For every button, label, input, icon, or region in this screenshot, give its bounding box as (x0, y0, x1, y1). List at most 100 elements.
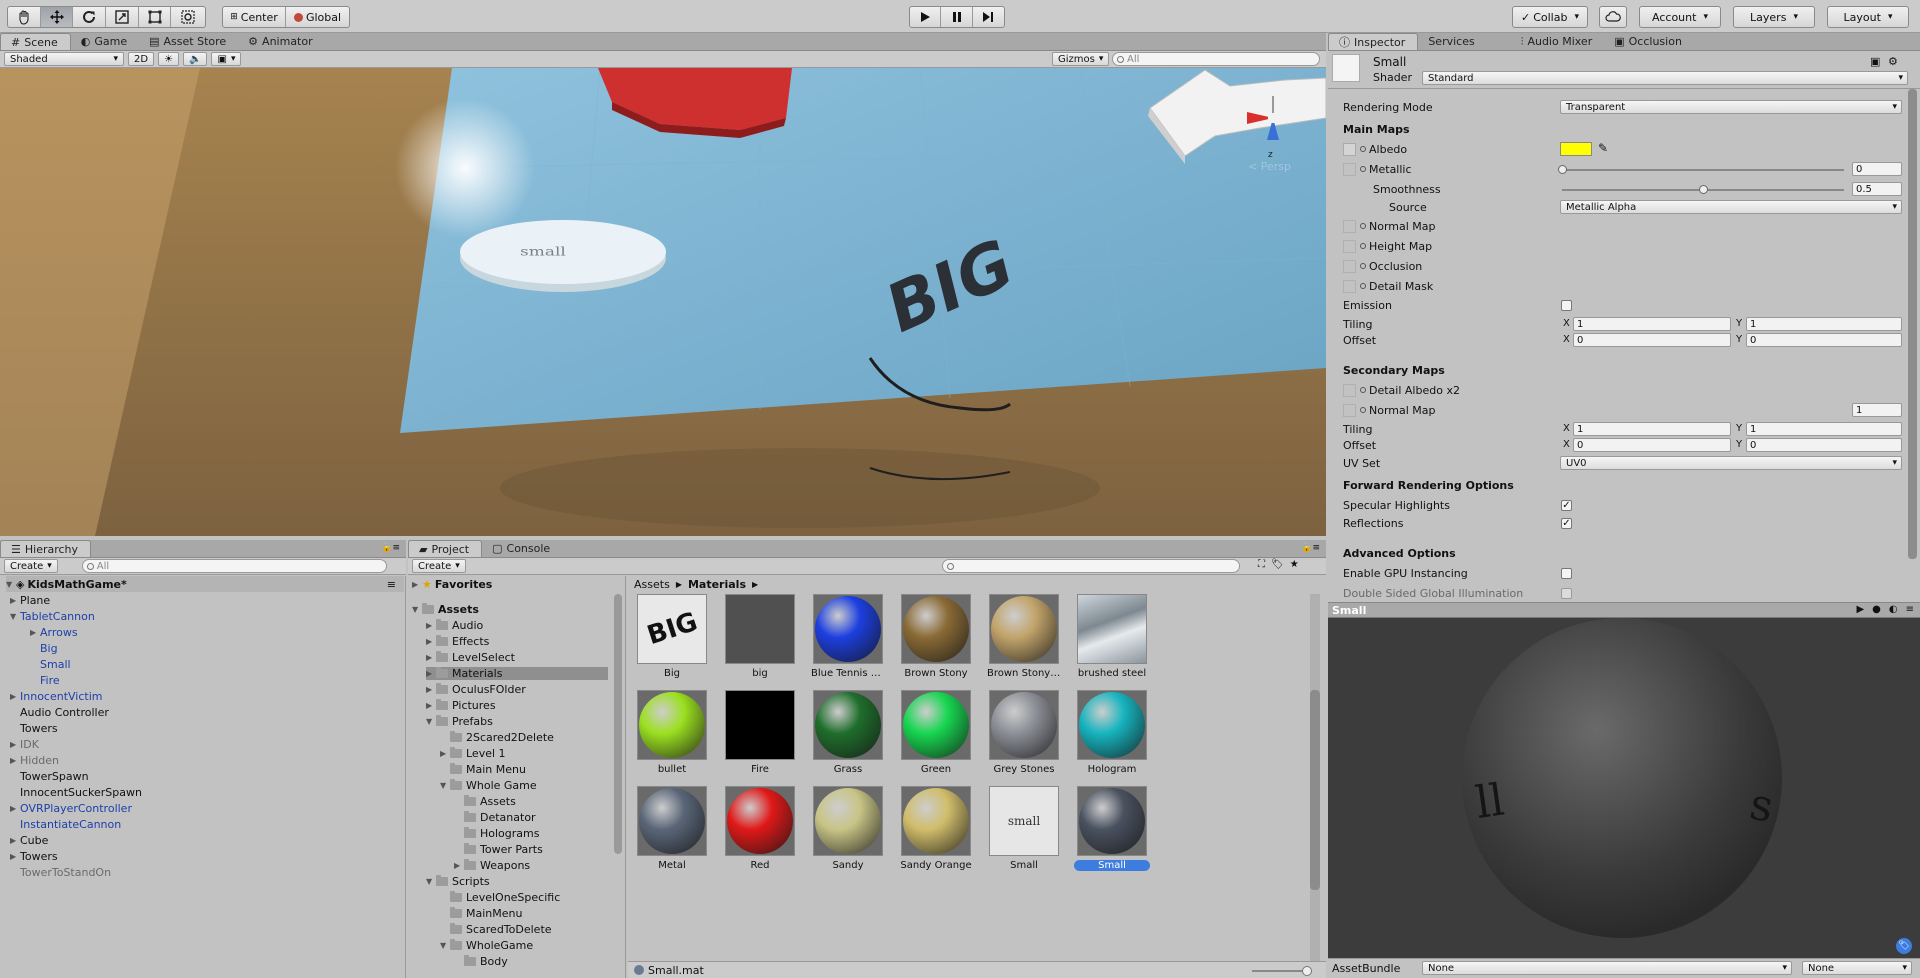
asset-tile[interactable]: Sandy Orange (898, 786, 974, 871)
preview-menu-icon[interactable]: ≡ (1906, 604, 1914, 615)
eyedropper-icon[interactable]: ✎ (1598, 141, 1608, 155)
albedo-texture-slot[interactable] (1343, 142, 1356, 156)
hierarchy-item[interactable]: ▶ Cube (10, 832, 48, 848)
tree-folder[interactable]: Main Menu (440, 763, 526, 776)
tab-game[interactable]: ◐ Game (71, 33, 139, 50)
tree-folder[interactable]: ▼ Assets (412, 603, 479, 616)
chevron-right-icon[interactable]: ▶ (426, 621, 436, 630)
specular-highlights-checkbox[interactable]: ✓ (1561, 500, 1572, 511)
chevron-down-icon[interactable]: ▼ (10, 612, 20, 621)
breadcrumb-assets[interactable]: Assets (634, 578, 670, 591)
asset-tile[interactable]: Brown Stony Lig... (986, 594, 1062, 679)
tree-folder[interactable]: Holograms (454, 827, 539, 840)
normal-map-slot[interactable] (1343, 219, 1356, 233)
assetbundle-dropdown[interactable]: None (1422, 961, 1792, 975)
tree-folder[interactable]: ▶ Effects (426, 635, 489, 648)
asset-tile[interactable]: Sandy (810, 786, 886, 871)
tab-animator[interactable]: ⚙ Animator (238, 33, 324, 50)
scale-icon[interactable] (106, 7, 139, 27)
asset-tile[interactable]: Grass (810, 690, 886, 775)
offset-y-field[interactable]: 0 (1746, 333, 1902, 347)
lighting-icon[interactable]: ☀ (158, 52, 180, 66)
chevron-right-icon[interactable]: ▶ (440, 749, 450, 758)
tree-folder[interactable]: Body (454, 955, 508, 968)
chevron-right-icon[interactable]: ▶ (10, 740, 20, 749)
cloud-button[interactable] (1599, 6, 1627, 28)
asset-tile[interactable]: Metal (634, 786, 710, 871)
tiling2-x-field[interactable]: 1 (1573, 422, 1731, 436)
inspector-scrollbar[interactable] (1908, 89, 1917, 559)
layers-dropdown[interactable]: Layers (1733, 6, 1815, 28)
tiling-y-field[interactable]: 1 (1746, 317, 1902, 331)
tab-scene[interactable]: # Scene (0, 33, 71, 50)
detail-albedo-slot[interactable] (1343, 383, 1356, 397)
chevron-right-icon[interactable]: ▶ (10, 596, 20, 605)
account-dropdown[interactable]: Account (1639, 6, 1721, 28)
chevron-down-icon[interactable]: ▼ (440, 781, 450, 790)
lock-icon[interactable]: 🔒≡ (381, 543, 400, 553)
hierarchy-item[interactable]: ▶ InnocentVictim (10, 688, 103, 704)
asset-tile[interactable]: BIG Big (634, 594, 710, 679)
asset-tile[interactable]: Grey Stones (986, 690, 1062, 775)
move-icon[interactable] (40, 7, 74, 27)
assetbundle-variant-dropdown[interactable]: None (1802, 961, 1912, 975)
hierarchy-item[interactable]: Big (30, 640, 58, 656)
detail-albedo-picker-icon[interactable] (1360, 387, 1366, 393)
inspector-scroll-thumb[interactable] (1908, 89, 1917, 559)
tree-folder[interactable]: ▶ Weapons (454, 859, 530, 872)
chevron-down-icon[interactable]: ▼ (426, 717, 436, 726)
chevron-right-icon[interactable]: ▶ (10, 852, 20, 861)
preview-light-icon[interactable]: ◐ (1889, 604, 1898, 615)
uv-set-dropdown[interactable]: UV0 (1560, 456, 1902, 470)
offset-x-field[interactable]: 0 (1573, 333, 1731, 347)
metallic-value-field[interactable]: 0 (1852, 162, 1902, 176)
detail-mask-picker-icon[interactable] (1360, 283, 1366, 289)
occlusion-row[interactable]: Occlusion (1343, 258, 1422, 274)
chevron-right-icon[interactable]: ▶ (426, 685, 436, 694)
normal-map-2-slot[interactable] (1343, 403, 1356, 417)
asset-scrollbar[interactable] (1310, 594, 1320, 964)
material-preview[interactable]: ll s 🏷 (1328, 618, 1920, 958)
2d-toggle[interactable]: 2D (128, 52, 155, 66)
play-icon[interactable] (910, 7, 942, 27)
gizmos-dropdown[interactable]: Gizmos (1052, 52, 1110, 66)
asset-scroll-thumb[interactable] (1310, 690, 1320, 890)
tree-folder[interactable]: ▼ Prefabs (426, 715, 493, 728)
asset-tile[interactable]: big (722, 594, 798, 679)
detail-mask-slot[interactable] (1343, 279, 1356, 293)
hierarchy-item[interactable]: Towers (10, 720, 58, 736)
hierarchy-item[interactable]: Audio Controller (10, 704, 109, 720)
asset-tile[interactable]: Red (722, 786, 798, 871)
collab-button[interactable]: ✓ Collab (1512, 6, 1588, 28)
hierarchy-item[interactable]: ▶ Towers (10, 848, 58, 864)
tree-folder[interactable]: MainMenu (440, 907, 522, 920)
shading-dropdown[interactable]: Shaded (4, 52, 124, 66)
normal-map-2-row[interactable]: Normal Map (1343, 402, 1436, 418)
tree-scrollbar[interactable] (614, 594, 622, 854)
asset-tile[interactable]: Hologram (1074, 690, 1150, 775)
rotate-icon[interactable] (73, 7, 107, 27)
height-map-picker-icon[interactable] (1360, 243, 1366, 249)
tab-project[interactable]: ▰ Project (408, 540, 483, 557)
tree-folder[interactable]: 2Scared2Delete (440, 731, 554, 744)
tree-folder[interactable]: ▶ Audio (426, 619, 483, 632)
normal-map-picker-icon[interactable] (1360, 223, 1366, 229)
tree-folder[interactable]: ▶ Pictures (426, 699, 496, 712)
filter-label-icon[interactable]: 🏷 (1271, 559, 1284, 570)
preview-play-icon[interactable]: ▶ (1856, 604, 1864, 615)
effects-icon[interactable]: ▣ (211, 52, 242, 66)
chevron-right-icon[interactable]: ▶ (426, 653, 436, 662)
metallic-texture-slot[interactable] (1343, 162, 1356, 176)
height-map-slot[interactable] (1343, 239, 1356, 253)
slider-thumb[interactable] (1302, 966, 1312, 976)
tree-folder[interactable]: ▶ Materials (426, 667, 608, 680)
tiling-x-field[interactable]: 1 (1573, 317, 1731, 331)
normal-map-2-picker-icon[interactable] (1360, 407, 1366, 413)
albedo-picker-icon[interactable] (1360, 146, 1366, 152)
tree-folder[interactable]: Assets (454, 795, 516, 808)
scene-root-row[interactable]: ▼ ◈ KidsMathGame* ≡ (6, 576, 404, 592)
asset-tile[interactable]: Green (898, 690, 974, 775)
tab-asset-store[interactable]: ▤ Asset Store (139, 33, 238, 50)
tree-folder[interactable]: Detanator (454, 811, 536, 824)
chevron-right-icon[interactable]: ▶ (10, 756, 20, 765)
